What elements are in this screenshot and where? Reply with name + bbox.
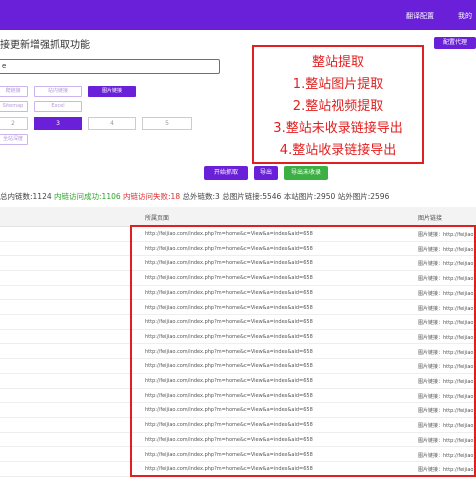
stats-bar: 总内链数:1124 内链访问成功:1106 内链访问失败:18 总外链数:3 总… bbox=[0, 191, 389, 202]
page-headline: 接更新增强抓取功能 bbox=[0, 40, 90, 51]
start-crawl-button[interactable]: 开始抓取 bbox=[204, 166, 248, 180]
option-full-depth[interactable]: 全站深度 bbox=[0, 134, 28, 145]
option-site-links[interactable]: 站内链接 bbox=[34, 86, 82, 97]
callout-line-2: 2.整站视频提取 bbox=[292, 99, 384, 114]
stat-failed: 内链访问失败:18 bbox=[123, 192, 181, 201]
stat-site-images: 本站图片:2950 bbox=[283, 192, 336, 201]
stat-external-images: 站外图片:2596 bbox=[337, 192, 390, 201]
option-excel[interactable]: Excel bbox=[34, 101, 82, 112]
export-unrecorded-button[interactable]: 导出未收录 bbox=[284, 166, 328, 180]
url-input[interactable]: e bbox=[0, 59, 220, 74]
stat-success: 内链访问成功:1106 bbox=[54, 192, 121, 201]
nav-my[interactable]: 我的 bbox=[458, 11, 472, 21]
column-header-page: 所属页面 bbox=[145, 215, 170, 222]
top-navbar: 翻译配置 我的 bbox=[0, 0, 476, 30]
config-proxy-button[interactable]: 配置代理 bbox=[434, 37, 476, 49]
option-crawl-links[interactable]: 爬链接 bbox=[0, 86, 28, 97]
stat-total-images: 总图片链接:5546 bbox=[222, 192, 282, 201]
annotation-callout: 整站提取 1.整站图片提取 2.整站视频提取 3.整站未收录链接导出 4.整站收… bbox=[252, 45, 424, 164]
callout-line-4: 4.整站收录链接导出 bbox=[279, 143, 397, 158]
nav-translate-config[interactable]: 翻译配置 bbox=[406, 11, 434, 21]
callout-title: 整站提取 bbox=[311, 55, 364, 70]
callout-line-1: 1.整站图片提取 bbox=[292, 77, 384, 92]
depth-option-4[interactable]: 4 bbox=[88, 117, 136, 130]
table-header: 所属页面 图片链接 bbox=[0, 207, 476, 227]
depth-option-3[interactable]: 3 bbox=[34, 117, 82, 130]
depth-option-5[interactable]: 5 bbox=[142, 117, 192, 130]
option-sitemap[interactable]: Sitemap bbox=[0, 101, 28, 112]
export-button[interactable]: 导出 bbox=[254, 166, 278, 180]
option-image-links[interactable]: 图片链接 bbox=[88, 86, 136, 97]
column-header-image: 图片链接 bbox=[418, 215, 443, 222]
depth-option-2[interactable]: 2 bbox=[0, 117, 28, 130]
callout-line-3: 3.整站未收录链接导出 bbox=[273, 121, 403, 136]
stat-total-links: 总内链数:1124 bbox=[0, 192, 52, 201]
annotation-table-highlight bbox=[130, 225, 476, 477]
stat-external: 总外链数:3 bbox=[182, 192, 220, 201]
